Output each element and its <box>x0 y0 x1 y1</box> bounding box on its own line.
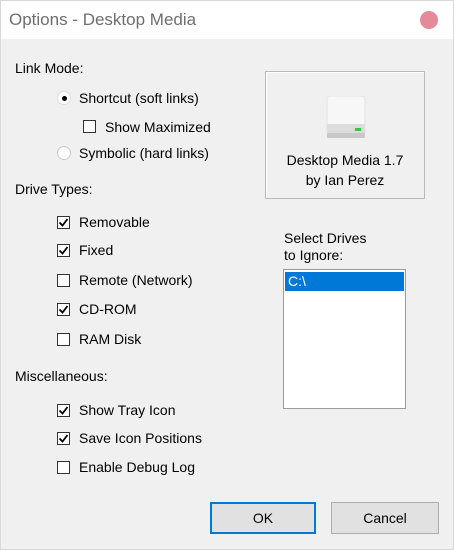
symbolic-radio[interactable] <box>57 146 71 160</box>
remote-network-checkbox[interactable] <box>57 274 70 287</box>
ram-disk-checkbox[interactable] <box>57 333 70 346</box>
title-bar[interactable]: Options - Desktop Media <box>1 1 453 39</box>
about-author: by Ian Perez <box>305 172 385 188</box>
removable-checkbox[interactable] <box>57 216 70 229</box>
drive-icon <box>326 96 366 138</box>
show-tray-icon-label[interactable]: Show Tray Icon <box>79 402 176 418</box>
about-app-name: Desktop Media 1.7 <box>286 152 404 168</box>
enable-debug-log-checkbox[interactable] <box>57 461 70 474</box>
cd-rom-checkbox[interactable] <box>57 303 70 316</box>
about-panel: Desktop Media 1.7 by Ian Perez <box>265 71 425 199</box>
show-maximized-label[interactable]: Show Maximized <box>105 119 211 135</box>
ignore-drives-label-1: Select Drives <box>284 230 367 246</box>
shortcut-radio[interactable] <box>57 91 71 105</box>
link-mode-heading: Link Mode: <box>15 60 84 76</box>
fixed-checkbox[interactable] <box>57 244 70 257</box>
show-maximized-checkbox[interactable] <box>83 120 96 133</box>
symbolic-radio-label[interactable]: Symbolic (hard links) <box>79 145 209 161</box>
ok-button[interactable]: OK <box>210 502 316 534</box>
window-title: Options - Desktop Media <box>9 10 197 29</box>
save-icon-positions-label[interactable]: Save Icon Positions <box>79 430 202 446</box>
ignore-drives-listbox[interactable]: C:\ <box>283 269 406 409</box>
save-icon-positions-checkbox[interactable] <box>57 432 70 445</box>
list-item[interactable]: C:\ <box>285 272 404 291</box>
options-dialog: Options - Desktop Media Link Mode: Short… <box>0 0 454 550</box>
fixed-label[interactable]: Fixed <box>79 242 113 258</box>
misc-heading: Miscellaneous: <box>15 368 108 384</box>
removable-label[interactable]: Removable <box>79 214 150 230</box>
enable-debug-log-label[interactable]: Enable Debug Log <box>79 459 195 475</box>
show-tray-icon-checkbox[interactable] <box>57 404 70 417</box>
remote-network-label[interactable]: Remote (Network) <box>79 272 193 288</box>
drive-types-heading: Drive Types: <box>15 181 93 197</box>
ram-disk-label[interactable]: RAM Disk <box>79 331 141 347</box>
close-icon[interactable] <box>420 11 438 29</box>
cancel-button[interactable]: Cancel <box>331 502 439 534</box>
shortcut-radio-label[interactable]: Shortcut (soft links) <box>79 90 199 106</box>
ignore-drives-label-2: to Ignore: <box>284 247 344 263</box>
cd-rom-label[interactable]: CD-ROM <box>79 301 137 317</box>
